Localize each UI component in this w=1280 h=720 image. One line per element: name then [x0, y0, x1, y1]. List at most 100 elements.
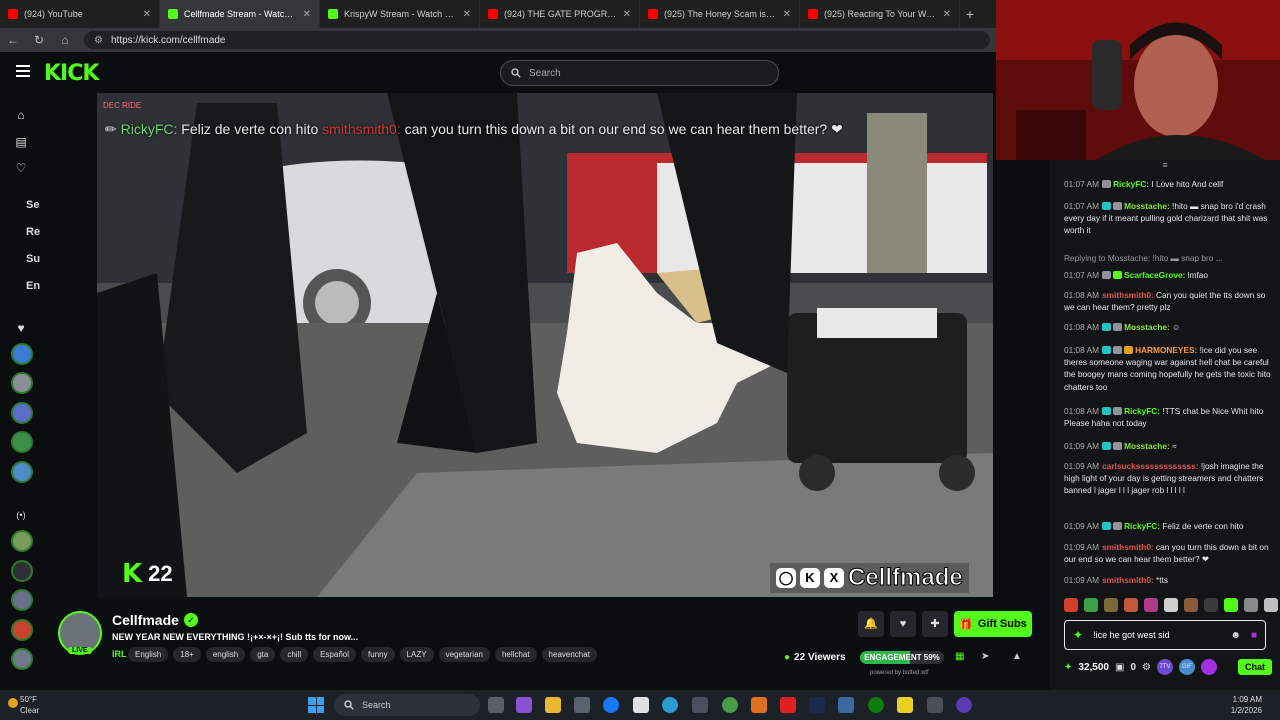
emote-icon[interactable] [1264, 598, 1278, 612]
file-explorer-icon[interactable] [545, 697, 561, 713]
emote-icon[interactable] [1204, 598, 1218, 612]
browser-tab[interactable]: Cellfmade Stream - Watch Live ✕ [160, 0, 320, 28]
tab-close-icon[interactable]: ✕ [943, 9, 951, 20]
chrome-icon[interactable] [722, 697, 738, 713]
tag-chip[interactable]: chill [280, 647, 309, 662]
sidebar-label-0[interactable]: Se [26, 199, 39, 211]
obs-icon[interactable] [956, 697, 972, 713]
emote-icon[interactable] [1184, 598, 1198, 612]
share-plus-icon[interactable]: ✚ [922, 611, 948, 637]
followed-channel-avatar[interactable] [11, 589, 33, 611]
emoji-icon[interactable]: ☻ [1230, 630, 1241, 641]
chat-scroll-indicator-icon[interactable]: ≡ [1050, 160, 1280, 174]
calculator-app-icon[interactable] [692, 697, 708, 713]
tag-chip[interactable]: vegetarian [438, 647, 490, 662]
tag-chip[interactable]: 18+ [173, 647, 201, 662]
new-tab-button[interactable]: + [960, 6, 980, 22]
report-icon[interactable]: ▲ [1012, 651, 1022, 662]
search-input[interactable]: Search [500, 60, 779, 86]
emote-icon[interactable] [1124, 598, 1138, 612]
tab-close-icon[interactable]: ✕ [463, 9, 471, 20]
chat-username[interactable]: HARMONEYES: [1135, 345, 1197, 355]
followed-channel-avatar[interactable] [11, 372, 33, 394]
chat-username[interactable]: carlsucksssssssssssss: [1102, 461, 1198, 471]
edge-icon[interactable] [662, 697, 678, 713]
notification-bell-icon[interactable]: 🔔 [858, 611, 884, 637]
sidebar-label-3[interactable]: En [26, 280, 40, 292]
youtube-icon[interactable] [780, 697, 796, 713]
settings-app-icon[interactable] [927, 697, 943, 713]
start-icon[interactable] [308, 697, 324, 713]
following-nav-icon[interactable]: ♡ [14, 161, 28, 175]
sparkle-icon[interactable]: ✦ [1073, 628, 1083, 642]
browser-tab[interactable]: (924) YouTube ✕ [0, 0, 160, 28]
sidebar-label-1[interactable]: Re [26, 226, 40, 238]
steam-icon[interactable] [809, 697, 825, 713]
chat-username[interactable]: Mosstache: [1124, 322, 1170, 332]
tab-close-icon[interactable]: ✕ [303, 9, 311, 20]
amazon-icon[interactable] [633, 697, 649, 713]
stats-icon[interactable]: ▦ [955, 651, 964, 662]
followed-channel-avatar[interactable] [11, 402, 33, 424]
emote-icon[interactable] [1244, 598, 1258, 612]
tag-chip[interactable]: gta [250, 647, 276, 662]
sidebar-label-2[interactable]: Su [26, 253, 40, 265]
followed-channel-avatar[interactable] [11, 530, 33, 552]
system-clock[interactable]: 1:09 AM 1/2/2026 [1206, 694, 1262, 716]
chat-username[interactable]: RickyFC: [1124, 406, 1160, 416]
category-link[interactable]: IRL [112, 649, 127, 659]
facebook-icon[interactable] [603, 697, 619, 713]
site-info-icon[interactable]: ⚙ [94, 35, 103, 46]
video-player[interactable]: DEC RIDE ✏ RickyFC: Feliz de verte con h… [97, 93, 993, 597]
taskbar-search[interactable]: Search [334, 694, 480, 716]
emote-icon[interactable] [1064, 598, 1078, 612]
kick-logo[interactable]: KICK [44, 61, 99, 86]
home-icon[interactable]: ⌂ [58, 33, 72, 47]
chat-username[interactable]: ScarfaceGrove: [1124, 270, 1185, 280]
followed-channel-avatar[interactable] [11, 648, 33, 670]
emote-icon[interactable] [1164, 598, 1178, 612]
tag-chip[interactable]: Español [313, 647, 357, 662]
chat-username[interactable]: Mosstache: [1124, 201, 1170, 211]
extension-icon[interactable]: ■ [1251, 630, 1257, 641]
browser-tab[interactable]: (924) THE GATE PROGRAM: Were ✕ [480, 0, 640, 28]
calculator-icon[interactable] [574, 697, 590, 713]
follow-heart-icon[interactable]: ♥ [890, 611, 916, 637]
followed-channel-avatar[interactable] [11, 431, 33, 453]
notes-icon[interactable] [897, 697, 913, 713]
menu-icon[interactable] [16, 65, 30, 77]
chat-username[interactable]: smithsmith0: [1102, 542, 1154, 552]
home-nav-icon[interactable]: ⌂ [14, 108, 28, 122]
vlc-icon[interactable] [751, 697, 767, 713]
copilot-icon[interactable] [516, 697, 532, 713]
url-field[interactable]: ⚙ https://kick.com/cellfmade [84, 31, 990, 49]
emote-icon[interactable] [1144, 598, 1158, 612]
tab-close-icon[interactable]: ✕ [783, 9, 791, 20]
tab-close-icon[interactable]: ✕ [143, 9, 151, 20]
tag-chip[interactable]: heavenchat [541, 647, 597, 662]
followed-channel-avatar[interactable] [11, 343, 33, 365]
app-icon[interactable] [838, 697, 854, 713]
extension-purple-icon[interactable] [1200, 659, 1217, 675]
tag-chip[interactable]: hellchat [494, 647, 537, 662]
tab-close-icon[interactable]: ✕ [623, 9, 631, 20]
share-icon[interactable]: ➤ [981, 651, 989, 662]
task-view-icon[interactable] [488, 697, 504, 713]
followed-channel-avatar[interactable] [11, 560, 33, 582]
followed-channel-avatar[interactable] [11, 619, 33, 641]
chat-username[interactable]: RickyFC: [1113, 179, 1149, 189]
chat-username[interactable]: Mosstache: [1124, 441, 1170, 451]
browser-tab[interactable]: (925) Reacting To Your Worst Tech ✕ [800, 0, 960, 28]
chat-username[interactable]: RickyFC: [1124, 521, 1160, 531]
emote-icon[interactable] [1104, 598, 1118, 612]
7tv-icon[interactable]: 7TV [1156, 659, 1173, 675]
send-chat-button[interactable]: Chat [1238, 659, 1272, 675]
browse-nav-icon[interactable]: ▤ [14, 135, 28, 149]
gif-icon[interactable]: GIF [1178, 659, 1195, 675]
tag-chip[interactable]: english [205, 647, 246, 662]
browser-tab[interactable]: (925) The Honey Scam is Worse Th ✕ [640, 0, 800, 28]
followed-channel-avatar[interactable] [11, 461, 33, 483]
chat-username[interactable]: smithsmith0: [1102, 290, 1154, 300]
emote-icon[interactable] [1084, 598, 1098, 612]
streamer-name[interactable]: Cellfmade [112, 612, 179, 628]
